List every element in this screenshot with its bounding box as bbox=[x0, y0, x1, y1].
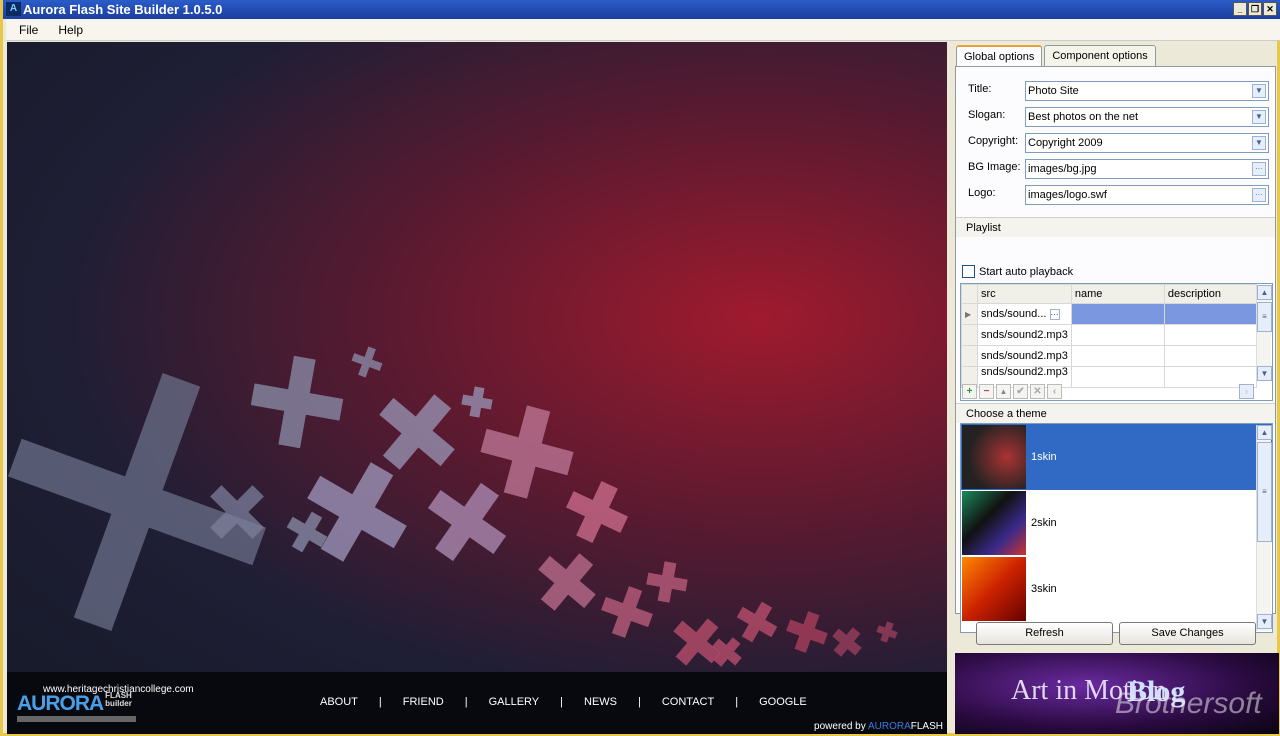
menu-bar: File Help bbox=[6, 19, 1280, 41]
table-row[interactable]: ▶ snds/sound... ··· bbox=[961, 303, 1258, 325]
theme-item-2skin[interactable]: 2skin bbox=[961, 490, 1272, 556]
aurora-logo: AURORA FLASH builder bbox=[17, 692, 136, 722]
cross-shape bbox=[786, 611, 828, 653]
browse-icon[interactable]: ··· bbox=[1049, 309, 1060, 320]
copyright-dropdown[interactable]: Copyright 2009 ▼ bbox=[1025, 133, 1269, 153]
nav-gallery[interactable]: GALLERY bbox=[489, 696, 540, 708]
scroll-left-icon[interactable]: ‹ bbox=[1047, 384, 1062, 399]
save-changes-button[interactable]: Save Changes bbox=[1119, 622, 1256, 645]
refresh-button[interactable]: Refresh bbox=[976, 622, 1113, 645]
scroll-right-icon[interactable]: › bbox=[1239, 384, 1254, 399]
auto-playback-checkbox[interactable]: Start auto playback bbox=[962, 265, 1073, 278]
menu-file[interactable]: File bbox=[19, 23, 38, 37]
cross-shape bbox=[601, 586, 653, 638]
copyright-label: Copyright: bbox=[968, 135, 1019, 147]
slogan-dropdown[interactable]: Best photos on the net ▼ bbox=[1025, 107, 1269, 127]
ad-banner[interactable]: Art in Motion Blog Brothersoft bbox=[955, 653, 1279, 734]
cross-shape bbox=[307, 462, 407, 562]
cross-shape bbox=[427, 482, 507, 562]
crosses-decoration bbox=[7, 346, 898, 667]
playlist-header: Playlist bbox=[956, 217, 1275, 237]
bg-image-field[interactable]: images/bg.jpg ··· bbox=[1025, 159, 1269, 179]
window-title: Aurora Flash Site Builder 1.0.5.0 bbox=[23, 2, 223, 17]
theme-thumbnail bbox=[962, 557, 1026, 621]
preview-nav: ABOUT | FRIEND | GALLERY | NEWS | CONTACT | G… bbox=[320, 696, 807, 708]
remove-icon[interactable]: − bbox=[979, 384, 994, 399]
theme-header: Choose a theme bbox=[956, 403, 1275, 423]
theme-list: 1skin 2skin 3skin ▲ ≡ ▼ bbox=[960, 423, 1273, 633]
app-icon: A bbox=[6, 2, 21, 16]
options-panel: Global options Component options Title: P… bbox=[953, 42, 1279, 734]
flash-preview: www.heritagechristiancollege.com AURORA F… bbox=[7, 42, 947, 734]
checkbox-icon[interactable] bbox=[962, 265, 975, 278]
watermark: Brothersoft bbox=[1115, 687, 1262, 720]
title-label: Title: bbox=[968, 83, 992, 95]
table-row[interactable]: snds/sound2.mp3 bbox=[961, 324, 1258, 346]
table-row[interactable]: snds/sound2.mp3 bbox=[961, 345, 1258, 367]
nav-about[interactable]: ABOUT bbox=[320, 696, 358, 708]
cross-shape bbox=[461, 386, 493, 418]
column-name[interactable]: name bbox=[1070, 284, 1165, 304]
nav-contact[interactable]: CONTACT bbox=[662, 696, 714, 708]
check-icon[interactable]: ✔ bbox=[1013, 384, 1028, 399]
preview-footer: www.heritagechristiancollege.com AURORA F… bbox=[7, 672, 947, 734]
minimize-button[interactable]: _ bbox=[1233, 2, 1247, 16]
chevron-down-icon[interactable]: ▼ bbox=[1252, 84, 1266, 98]
playlist-scrollbar[interactable]: ▲ ≡ ▼ bbox=[1256, 285, 1272, 381]
cross-shape bbox=[736, 601, 778, 643]
nav-friend[interactable]: FRIEND bbox=[403, 696, 444, 708]
title-dropdown[interactable]: Photo Site ▼ bbox=[1025, 81, 1269, 101]
global-options-pane: Title: Photo Site ▼ Slogan: Best photos on … bbox=[955, 66, 1276, 633]
chevron-down-icon[interactable]: ▼ bbox=[1252, 110, 1266, 124]
logo-field[interactable]: images/logo.swf ··· bbox=[1025, 185, 1269, 205]
cross-shape bbox=[876, 621, 898, 643]
powered-by: powered by AURORAFLASH bbox=[814, 721, 943, 732]
chevron-down-icon[interactable]: ▼ bbox=[1252, 136, 1266, 150]
title-bar: A Aurora Flash Site Builder 1.0.5.0 _ ❐ … bbox=[3, 0, 1280, 19]
theme-item-3skin[interactable]: 3skin bbox=[961, 556, 1272, 622]
cross-shape bbox=[351, 346, 383, 378]
browse-icon[interactable]: ··· bbox=[1252, 188, 1266, 202]
cross-shape bbox=[832, 627, 862, 657]
nav-news[interactable]: NEWS bbox=[584, 696, 617, 708]
playlist-grid: src name description ▶ snds/sound... ··· sn… bbox=[960, 283, 1273, 401]
logo-label: Logo: bbox=[968, 187, 996, 199]
nav-google[interactable]: GOOGLE bbox=[759, 696, 807, 708]
move-up-icon[interactable]: ▲ bbox=[996, 384, 1011, 399]
add-icon[interactable]: + bbox=[962, 384, 977, 399]
cancel-icon[interactable]: ✕ bbox=[1030, 384, 1045, 399]
bg-image-label: BG Image: bbox=[968, 161, 1021, 173]
cross-shape bbox=[566, 481, 628, 543]
theme-item-1skin[interactable]: 1skin bbox=[961, 424, 1272, 490]
column-description[interactable]: description bbox=[1163, 284, 1258, 304]
slogan-label: Slogan: bbox=[968, 109, 1006, 121]
browse-icon[interactable]: ··· bbox=[1252, 162, 1266, 176]
cross-shape bbox=[538, 553, 596, 611]
cross-shape bbox=[250, 355, 344, 449]
close-button[interactable]: ✕ bbox=[1263, 2, 1277, 16]
cross-shape bbox=[646, 561, 688, 603]
theme-scrollbar[interactable]: ▲ ≡ ▼ bbox=[1256, 425, 1272, 631]
theme-thumbnail bbox=[962, 425, 1026, 489]
restore-button[interactable]: ❐ bbox=[1248, 2, 1262, 16]
menu-help[interactable]: Help bbox=[58, 23, 83, 37]
theme-thumbnail bbox=[962, 491, 1026, 555]
column-src[interactable]: src bbox=[977, 284, 1072, 304]
